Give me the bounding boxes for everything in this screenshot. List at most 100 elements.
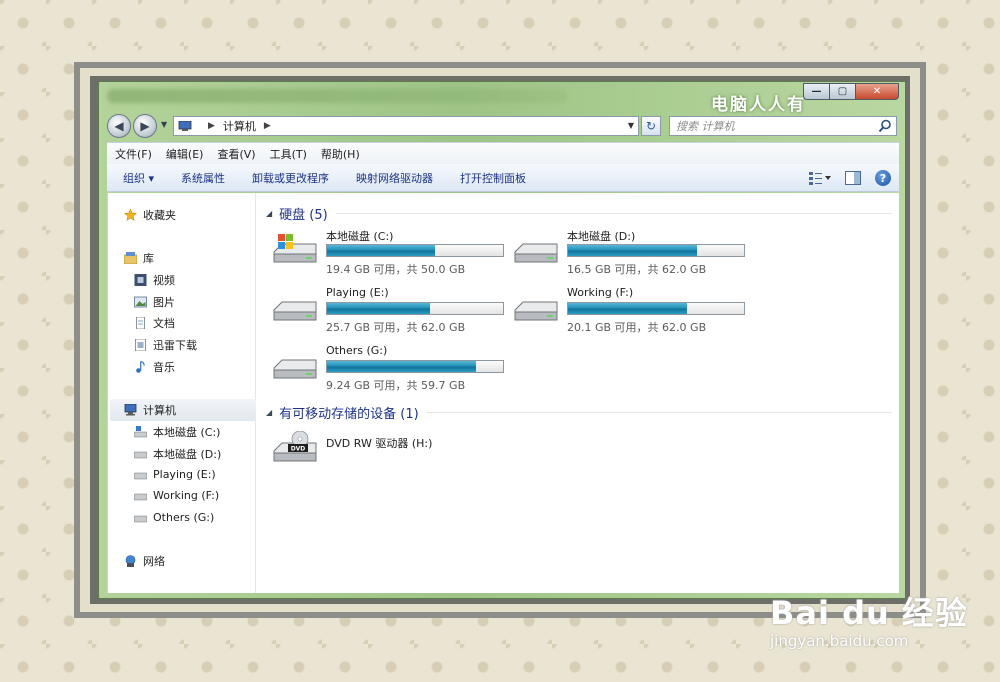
nav-label: 网络 bbox=[143, 555, 165, 568]
view-options-icon[interactable] bbox=[809, 171, 831, 185]
collapse-triangle-icon[interactable]: ◢ bbox=[266, 408, 272, 417]
forward-button[interactable]: ▶ bbox=[133, 114, 157, 138]
drive-name: 本地磁盘 (D:) bbox=[567, 230, 636, 243]
nav-label: 库 bbox=[143, 252, 154, 265]
library-folder-icon bbox=[124, 252, 137, 264]
picture-icon bbox=[134, 296, 147, 308]
drive-name: DVD RW 驱动器 (H:) bbox=[326, 437, 433, 450]
nav-label: Others (G:) bbox=[153, 511, 215, 524]
nav-computer[interactable]: 计算机 bbox=[124, 402, 176, 418]
drive-usage-bar bbox=[326, 360, 504, 373]
map-network-drive-button[interactable]: 映射网络驱动器 bbox=[356, 170, 433, 186]
group-divider bbox=[426, 412, 892, 413]
music-note-icon bbox=[136, 361, 145, 373]
hard-drive-icon bbox=[514, 301, 558, 321]
group-header-hard-disks[interactable]: ◢ 硬盘 (5) bbox=[266, 204, 892, 223]
menu-edit[interactable]: 编辑(E) bbox=[166, 146, 204, 162]
computer-icon bbox=[124, 404, 137, 416]
organize-button[interactable]: 组织 ▾ bbox=[123, 170, 154, 186]
hard-drive-icon bbox=[273, 301, 317, 321]
content-area: 收藏夹 库 视频 图片 文档 迅雷下载 音乐 计算机 本地磁盘 (C:) 本地磁… bbox=[107, 193, 899, 593]
nav-library-music[interactable]: 音乐 bbox=[134, 359, 175, 375]
drive-item-e[interactable]: Playing (E:) 25.7 GB 可用，共 62.0 GB bbox=[272, 286, 512, 336]
group-header-removable[interactable]: ◢ 有可移动存储的设备 (1) bbox=[266, 403, 892, 422]
drive-name: 本地磁盘 (C:) bbox=[326, 230, 394, 243]
blurred-title-area bbox=[107, 89, 567, 103]
hard-drive-icon bbox=[273, 359, 317, 379]
menu-view[interactable]: 查看(V) bbox=[217, 146, 255, 162]
nav-drive-d[interactable]: 本地磁盘 (D:) bbox=[134, 446, 221, 462]
preview-pane-icon[interactable] bbox=[845, 171, 861, 185]
search-icon[interactable] bbox=[878, 119, 892, 133]
nav-drive-f[interactable]: Working (F:) bbox=[134, 489, 219, 502]
drive-name: Playing (E:) bbox=[326, 286, 389, 299]
recent-pages-dropdown-icon[interactable]: ▼ bbox=[161, 120, 167, 129]
navigation-pane: 收藏夹 库 视频 图片 文档 迅雷下载 音乐 计算机 本地磁盘 (C:) 本地磁… bbox=[108, 193, 256, 593]
hard-drive-icon bbox=[514, 243, 558, 263]
drive-space-info: 25.7 GB 可用，共 62.0 GB bbox=[326, 321, 466, 334]
arrow-left-icon: ◀ bbox=[114, 119, 124, 133]
nav-library-documents[interactable]: 文档 bbox=[134, 315, 175, 331]
baidu-watermark: Bai du 经验 jingyan.baidu.com bbox=[770, 588, 968, 650]
nav-network[interactable]: 网络 bbox=[124, 553, 165, 569]
system-properties-button[interactable]: 系统属性 bbox=[181, 170, 225, 186]
nav-drive-c[interactable]: 本地磁盘 (C:) bbox=[134, 424, 220, 440]
dvd-badge: DVD bbox=[291, 446, 306, 453]
nav-drive-e[interactable]: Playing (E:) bbox=[134, 468, 216, 481]
hard-drive-icon bbox=[134, 515, 147, 522]
title-bar[interactable]: 电脑人人有 — ▢ ✕ bbox=[99, 82, 905, 115]
hard-drive-icon bbox=[134, 493, 147, 500]
nav-libraries[interactable]: 库 bbox=[124, 250, 154, 266]
group-title: 有可移动存储的设备 (1) bbox=[279, 407, 419, 422]
command-bar: 组织 ▾ 系统属性 卸载或更改程序 映射网络驱动器 打开控制面板 ? bbox=[107, 164, 899, 192]
drive-usage-bar bbox=[326, 244, 504, 257]
nav-label: 音乐 bbox=[153, 361, 175, 374]
menu-help[interactable]: 帮助(H) bbox=[321, 146, 360, 162]
nav-label: 文档 bbox=[153, 317, 175, 330]
refresh-button[interactable]: ↻ bbox=[641, 116, 661, 136]
drive-usage-fill bbox=[568, 245, 698, 256]
baidu-logo-text: Bai du 经验 bbox=[770, 594, 968, 632]
back-button[interactable]: ◀ bbox=[107, 114, 131, 138]
nav-drive-g[interactable]: Others (G:) bbox=[134, 511, 214, 524]
network-icon bbox=[125, 555, 136, 567]
nav-label: Working (F:) bbox=[153, 489, 220, 502]
nav-library-videos[interactable]: 视频 bbox=[134, 272, 175, 288]
drive-item-dvd[interactable]: DVD DVD RW 驱动器 (H:) bbox=[272, 427, 512, 477]
collapse-triangle-icon[interactable]: ◢ bbox=[266, 209, 272, 218]
hard-drive-icon bbox=[134, 451, 147, 459]
address-dropdown-icon[interactable]: ▼ bbox=[628, 121, 634, 130]
drive-item-f[interactable]: Working (F:) 20.1 GB 可用，共 62.0 GB bbox=[513, 286, 753, 336]
drive-space-info: 9.24 GB 可用，共 59.7 GB bbox=[326, 379, 466, 392]
search-input[interactable]: 搜索 计算机 bbox=[669, 116, 897, 136]
uninstall-program-button[interactable]: 卸载或更改程序 bbox=[252, 170, 329, 186]
star-icon bbox=[124, 209, 137, 221]
drive-usage-fill bbox=[327, 245, 435, 256]
drive-item-d[interactable]: 本地磁盘 (D:) 16.5 GB 可用，共 62.0 GB bbox=[513, 228, 753, 278]
nav-library-pictures[interactable]: 图片 bbox=[134, 294, 175, 310]
document-icon bbox=[136, 317, 145, 329]
drive-item-g[interactable]: Others (G:) 9.24 GB 可用，共 59.7 GB bbox=[272, 344, 512, 394]
dvd-drive-icon: DVD bbox=[273, 431, 317, 462]
breadcrumb-separator-icon[interactable]: ▶ bbox=[264, 121, 271, 131]
search-placeholder: 搜索 计算机 bbox=[676, 120, 735, 133]
drive-usage-bar bbox=[567, 302, 745, 315]
address-bar[interactable]: ▶ 计算机 ▶ ▼ bbox=[173, 116, 639, 136]
download-folder-icon bbox=[135, 339, 146, 351]
open-control-panel-button[interactable]: 打开控制面板 bbox=[460, 170, 526, 186]
breadcrumb-computer[interactable]: 计算机 bbox=[223, 118, 256, 134]
address-row: ◀ ▶ ▼ ▶ 计算机 ▶ ▼ ↻ 搜索 计算机 bbox=[99, 112, 905, 140]
nav-library-thunder-downloads[interactable]: 迅雷下载 bbox=[134, 337, 197, 353]
close-button[interactable]: ✕ bbox=[855, 83, 899, 100]
nav-label: 视频 bbox=[153, 274, 175, 287]
nav-favorites[interactable]: 收藏夹 bbox=[124, 207, 176, 223]
drive-item-c[interactable]: 本地磁盘 (C:) 19.4 GB 可用，共 50.0 GB bbox=[272, 228, 512, 278]
breadcrumb-separator-icon[interactable]: ▶ bbox=[208, 121, 215, 131]
maximize-button[interactable]: ▢ bbox=[829, 83, 855, 100]
minimize-button[interactable]: — bbox=[803, 83, 829, 100]
menu-tools[interactable]: 工具(T) bbox=[270, 146, 307, 162]
drive-usage-bar bbox=[326, 302, 504, 315]
help-icon[interactable]: ? bbox=[875, 170, 891, 186]
menu-file[interactable]: 文件(F) bbox=[115, 146, 152, 162]
drive-name: Working (F:) bbox=[567, 286, 634, 299]
